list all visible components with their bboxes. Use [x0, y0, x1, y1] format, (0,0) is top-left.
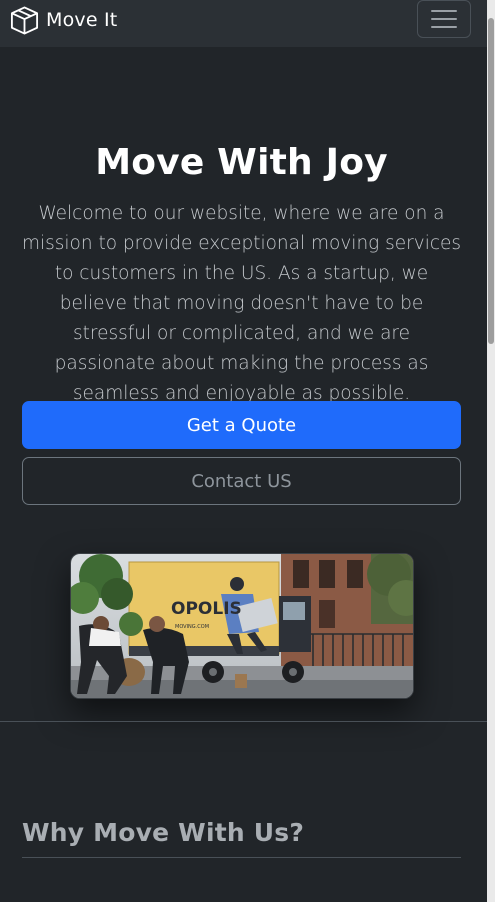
hero-lead-text: Welcome to our website, where we are on … — [21, 203, 462, 404]
hero-image-moving-truck: OPOLIS MOVING.COM — [70, 553, 414, 699]
get-quote-button[interactable]: Get a Quote — [22, 401, 461, 449]
navbar-toggler-button[interactable] — [417, 0, 471, 38]
brand-name: Move It — [46, 9, 118, 31]
page: Move It Move With Joy Welcome to our web… — [0, 0, 487, 902]
navbar: Move It — [0, 0, 487, 47]
section-divider — [0, 721, 487, 722]
box-icon — [10, 6, 39, 34]
scrollbar-thumb[interactable] — [488, 18, 494, 344]
heading-underline — [22, 857, 461, 858]
brand-link[interactable]: Move It — [9, 5, 117, 35]
hamburger-menu-icon — [431, 10, 457, 28]
page-scrollbar[interactable] — [487, 0, 495, 902]
contact-us-button[interactable]: Contact US — [22, 457, 461, 505]
truck-small-text: MOVING.COM — [175, 624, 209, 630]
hero-title: Move With Joy — [95, 142, 388, 183]
truck-text: OPOLIS — [171, 599, 242, 619]
why-move-with-us-heading: Why Move With Us? — [22, 818, 305, 847]
